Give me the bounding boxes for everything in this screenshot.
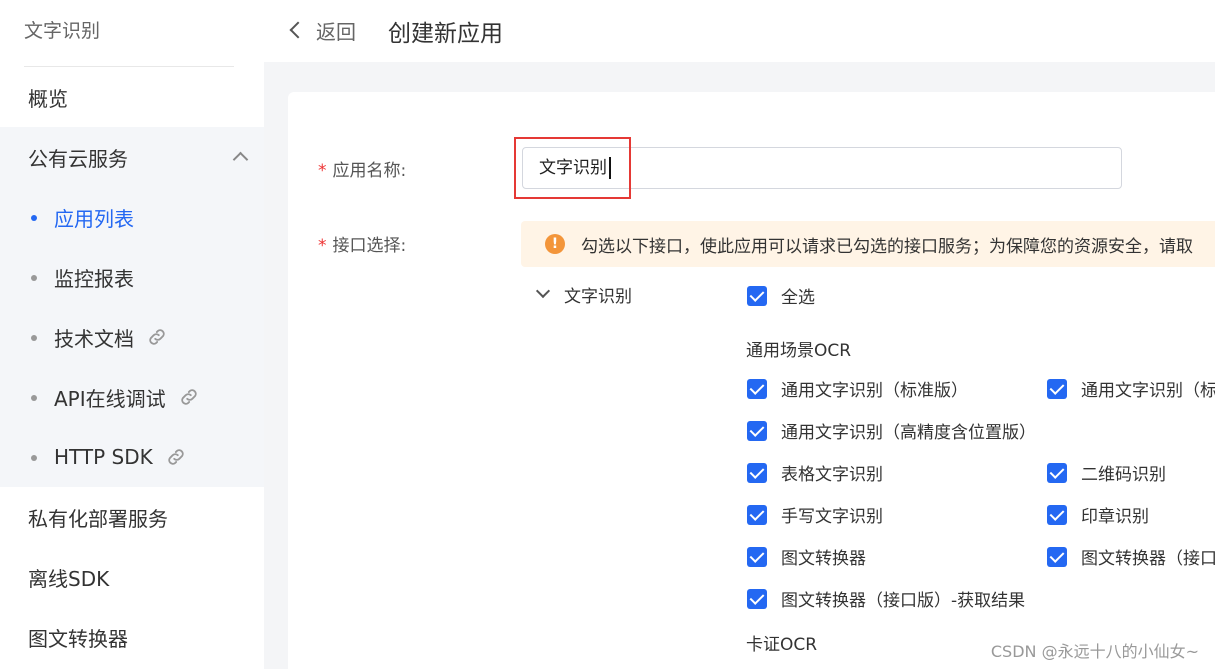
- warning-icon: !: [545, 234, 565, 254]
- checkbox-checked-icon: [747, 504, 767, 525]
- checkbox-checked-icon: [1047, 504, 1067, 525]
- sidebar-item-app-list[interactable]: 应用列表: [0, 187, 264, 247]
- checkbox-checked-icon: [1047, 546, 1067, 567]
- bullet-dot-icon: [31, 455, 37, 461]
- page-title: 创建新应用: [388, 21, 503, 47]
- checkbox-checked-icon: [1047, 378, 1067, 399]
- api-checkbox[interactable]: 印章识别: [1047, 502, 1149, 527]
- sidebar-item-label: 概览: [28, 86, 68, 111]
- checkbox-label: 通用文字识别（标准版）: [781, 381, 968, 401]
- sidebar-item-http-sdk[interactable]: HTTP SDK: [0, 427, 264, 487]
- sidebar-item-label: 技术文档: [54, 326, 134, 351]
- sidebar: 文字识别 概览 公有云服务 应用列表 监控报表 技术文档 API在线调试 HTT…: [0, 0, 264, 669]
- sidebar-item-public-cloud[interactable]: 公有云服务: [0, 127, 264, 187]
- sidebar-item-offline-sdk[interactable]: 离线SDK: [0, 547, 264, 607]
- sidebar-item-label: 监控报表: [54, 266, 134, 291]
- sidebar-item-label: HTTP SDK: [54, 445, 153, 469]
- page-header: 返回 创建新应用: [264, 0, 1215, 62]
- sidebar-item-private-deploy[interactable]: 私有化部署服务: [0, 487, 264, 547]
- required-asterisk: *: [318, 161, 327, 181]
- checkbox-label: 印章识别: [1081, 507, 1149, 527]
- bullet-dot-icon: [31, 215, 37, 221]
- sidebar-item-label: API在线调试: [54, 386, 166, 411]
- link-icon: [168, 449, 184, 465]
- api-checkbox[interactable]: 表格文字识别: [747, 460, 883, 485]
- api-checkbox[interactable]: 图文转换器（接口版）-获取结果: [747, 586, 1025, 611]
- api-checkbox[interactable]: 图文转换器: [747, 544, 866, 569]
- tree-node-label[interactable]: 文字识别: [564, 282, 632, 307]
- api-checkbox[interactable]: 通用文字识别（高精度含位置版）: [747, 418, 1036, 443]
- bullet-dot-icon: [31, 335, 37, 341]
- sidebar-item-api-debug[interactable]: API在线调试: [0, 367, 264, 427]
- back-link[interactable]: 返回: [316, 16, 356, 45]
- checkbox-label: 图文转换器（接口版）-获取结果: [781, 591, 1026, 611]
- sidebar-item-label: 图文转换器: [28, 626, 128, 651]
- sidebar-title: 文字识别: [24, 20, 101, 42]
- checkbox-label: 通用文字识别（高精度含位置版）: [781, 423, 1036, 443]
- sidebar-item-label: 应用列表: [54, 206, 134, 231]
- highlight-annotation: [514, 137, 631, 199]
- link-icon: [149, 329, 165, 345]
- bullet-dot-icon: [31, 395, 37, 401]
- sidebar-item-label: 公有云服务: [28, 146, 128, 171]
- checkbox-label: 手写文字识别: [781, 507, 883, 527]
- checkbox-label: 全选: [781, 288, 815, 308]
- link-icon: [180, 389, 197, 405]
- api-select-label-text: 接口选择:: [332, 236, 407, 256]
- api-checkbox[interactable]: 图文转换器（接口: [1047, 544, 1215, 569]
- checkbox-checked-icon: [747, 588, 767, 609]
- checkbox-label: 通用文字识别（标: [1081, 381, 1215, 401]
- sidebar-item-tech-docs[interactable]: 技术文档: [0, 307, 264, 367]
- sidebar-item-label: 私有化部署服务: [28, 506, 168, 531]
- bullet-dot-icon: [31, 275, 37, 281]
- api-checkbox[interactable]: 手写文字识别: [747, 502, 883, 527]
- watermark: CSDN @永远十八的小仙女~: [990, 642, 1199, 661]
- notice-text: 勾选以下接口，使此应用可以请求已勾选的接口服务；为保障您的资源安全，请取: [581, 236, 1193, 257]
- checkbox-label: 图文转换器（接口: [1081, 549, 1215, 569]
- required-asterisk: *: [318, 236, 327, 256]
- section-general-ocr: 通用场景OCR: [746, 341, 852, 361]
- api-checkbox[interactable]: 通用文字识别（标: [1047, 376, 1215, 401]
- api-select-label: * 接口选择:: [318, 231, 406, 256]
- sidebar-item-converter[interactable]: 图文转换器: [0, 607, 264, 667]
- sidebar-item-monitor-report[interactable]: 监控报表: [0, 247, 264, 307]
- checkbox-checked-icon: [747, 378, 767, 399]
- checkbox-checked-icon: [747, 285, 767, 306]
- checkbox-label: 表格文字识别: [781, 465, 883, 485]
- chevron-up-icon[interactable]: [232, 151, 249, 168]
- checkbox-checked-icon: [747, 420, 767, 441]
- section-card-ocr: 卡证OCR: [746, 635, 818, 655]
- checkbox-checked-icon: [1047, 462, 1067, 483]
- app-name-label: * 应用名称:: [318, 156, 406, 181]
- sidebar-group-public-cloud: 公有云服务 应用列表 监控报表 技术文档 API在线调试 HTTP SDK: [0, 127, 264, 487]
- select-all-checkbox[interactable]: 全选: [747, 283, 815, 308]
- api-checkbox[interactable]: 二维码识别: [1047, 460, 1166, 485]
- app-name-label-text: 应用名称:: [332, 161, 407, 181]
- checkbox-label: 图文转换器: [781, 549, 866, 569]
- checkbox-checked-icon: [747, 546, 767, 567]
- checkbox-label: 二维码识别: [1081, 465, 1166, 485]
- sidebar-item-label: 离线SDK: [28, 566, 110, 591]
- chevron-left-icon[interactable]: [289, 21, 307, 39]
- api-checkbox[interactable]: 通用文字识别（标准版）: [747, 376, 968, 401]
- sidebar-item-overview[interactable]: 概览: [0, 67, 264, 127]
- checkbox-checked-icon: [747, 462, 767, 483]
- notice-banner: ! 勾选以下接口，使此应用可以请求已勾选的接口服务；为保障您的资源安全，请取: [521, 221, 1215, 267]
